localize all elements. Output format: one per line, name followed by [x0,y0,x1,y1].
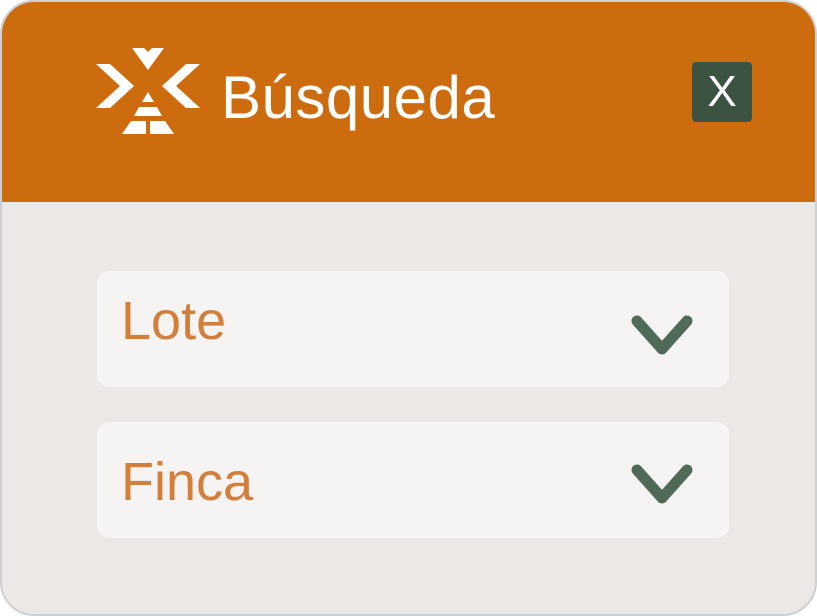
finca-dropdown-label: Finca [121,452,254,512]
close-button[interactable]: X [692,62,752,122]
dialog-header: Búsqueda X [2,2,815,202]
app-logo-icon [96,48,200,134]
finca-dropdown[interactable]: Finca [97,422,729,538]
chevron-down-icon [631,315,693,355]
dialog-title: Búsqueda [221,64,496,131]
chevron-down-icon [631,464,693,504]
lote-dropdown-label: Lote [121,291,227,351]
search-dialog: Búsqueda X Lote Finca [0,0,817,616]
lote-dropdown[interactable]: Lote [97,271,729,387]
